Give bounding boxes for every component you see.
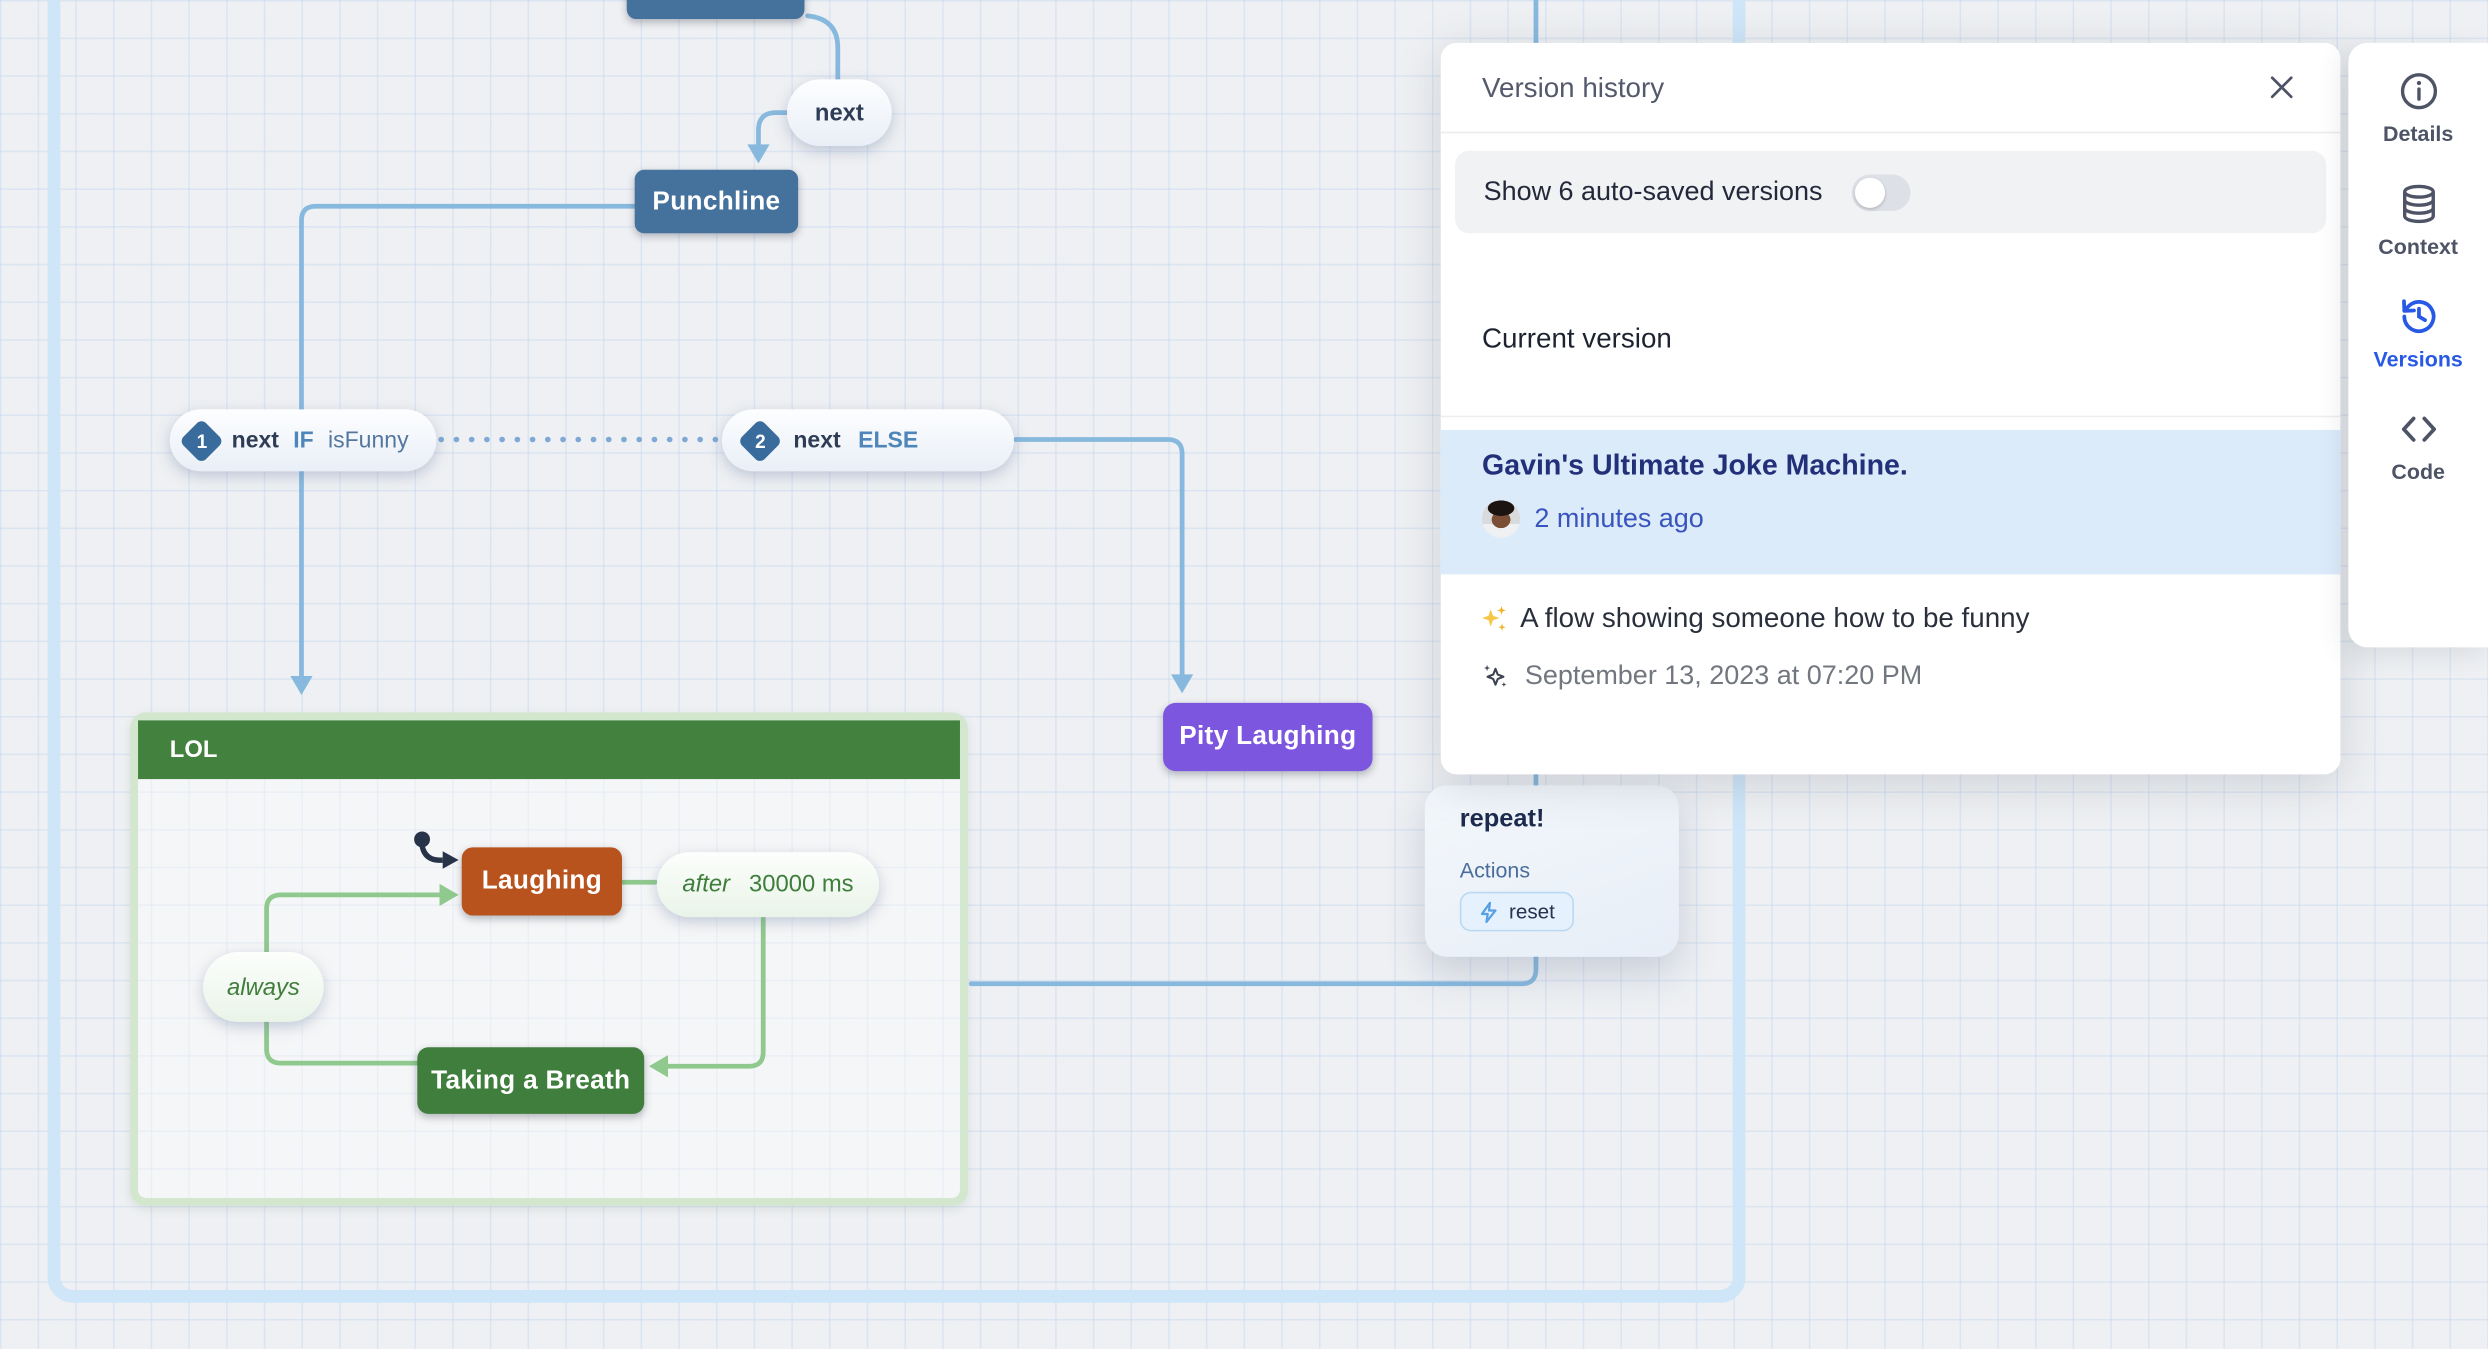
transition-keyword: IF	[293, 427, 314, 454]
action-label: reset	[1508, 899, 1555, 924]
version-name: A flow showing someone how to be funny	[1520, 601, 2030, 634]
transition-event-repeat: repeat!	[1459, 806, 1545, 834]
state-node-laughing[interactable]: Laughing	[461, 847, 622, 916]
panel-header: Version history	[1440, 43, 2341, 134]
state-group-lol-label: LOL	[169, 736, 218, 764]
info-icon	[2400, 73, 2437, 110]
transition-keyword: always	[227, 973, 300, 1001]
tool-sidebar: Details Context Versions Code	[2348, 42, 2488, 648]
transition-next-else[interactable]: 2 next ELSE	[721, 409, 1014, 472]
transition-next-if-isfunny[interactable]: 1 next IF isFunny	[169, 409, 437, 472]
autosave-toggle[interactable]	[1851, 173, 1910, 211]
transition-keyword: ELSE	[858, 427, 919, 454]
database-icon	[2402, 184, 2435, 224]
close-icon[interactable]	[2264, 70, 2299, 105]
state-node-punchline[interactable]: Punchline	[634, 169, 799, 234]
sidebar-item-versions[interactable]: Versions	[2374, 295, 2463, 371]
sidebar-item-label: Context	[2378, 234, 2459, 259]
transition-after-delay[interactable]: after 30000 ms	[656, 852, 880, 918]
ai-sparkle-icon	[1483, 664, 1507, 687]
avatar	[1482, 499, 1521, 538]
condition-badge: 2	[737, 417, 783, 463]
state-node-pity-laughing[interactable]: Pity Laughing	[1163, 702, 1373, 772]
transition-event: next	[231, 427, 279, 454]
state-label: Punchline	[652, 186, 781, 216]
code-icon	[2401, 416, 2436, 442]
sidebar-item-label: Code	[2391, 460, 2445, 484]
transition-event: next	[793, 427, 841, 454]
divider	[1440, 415, 2341, 418]
version-row-current[interactable]: Gavin's Ultimate Joke Machine. 2 minutes…	[1440, 430, 2341, 575]
autosave-toggle-label: Show 6 auto-saved versions	[1483, 176, 1823, 207]
panel-title: Version history	[1482, 70, 1665, 103]
actions-heading: Actions	[1459, 858, 1531, 883]
version-name: Gavin's Ultimate Joke Machine.	[1482, 449, 1908, 481]
version-timestamp: September 13, 2023 at 07:20 PM	[1524, 660, 1923, 691]
version-history-panel: Version history Show 6 auto-saved versio…	[1440, 42, 2341, 775]
stately-editor: LOL Joke Setup Punchline	[0, 0, 2488, 1349]
transition-condition: isFunny	[328, 427, 409, 454]
transition-card-repeat[interactable]: repeat! Actions reset	[1424, 785, 1679, 957]
sidebar-item-label: Versions	[2373, 347, 2463, 372]
toggle-knob	[1854, 176, 1885, 208]
sidebar-item-code[interactable]: Code	[2391, 408, 2445, 484]
autosave-toggle-row: Show 6 auto-saved versions	[1455, 150, 2327, 234]
transition-next[interactable]: next	[787, 79, 892, 146]
transition-label: next	[814, 99, 864, 127]
transition-always[interactable]: always	[203, 952, 324, 1022]
history-icon	[2401, 299, 2435, 333]
state-node-joke-setup[interactable]: Joke Setup	[626, 0, 805, 20]
version-time: 2 minutes ago	[1534, 502, 1704, 534]
lightning-icon	[1480, 900, 1497, 923]
condition-badge: 1	[179, 417, 224, 463]
state-label: Laughing	[481, 866, 603, 895]
transition-keyword: after	[682, 871, 730, 899]
state-label: Taking a Breath	[431, 1065, 631, 1095]
state-node-taking-a-breath[interactable]: Taking a Breath	[417, 1047, 645, 1114]
action-reset-button[interactable]: reset	[1459, 891, 1574, 932]
sidebar-item-context[interactable]: Context	[2378, 182, 2459, 259]
sidebar-item-details[interactable]: Details	[2383, 70, 2453, 146]
initial-state-icon	[414, 831, 459, 869]
state-group-lol-header[interactable]: LOL	[138, 720, 960, 780]
delay-value: 30000 ms	[749, 871, 854, 899]
state-label: Pity Laughing	[1179, 721, 1357, 751]
version-row-autosaved[interactable]: A flow showing someone how to be funny S…	[1441, 589, 2341, 748]
current-version-heading: Current version	[1482, 322, 1672, 354]
sidebar-item-label: Details	[2383, 122, 2454, 146]
sparkles-emoji	[1482, 605, 1506, 631]
